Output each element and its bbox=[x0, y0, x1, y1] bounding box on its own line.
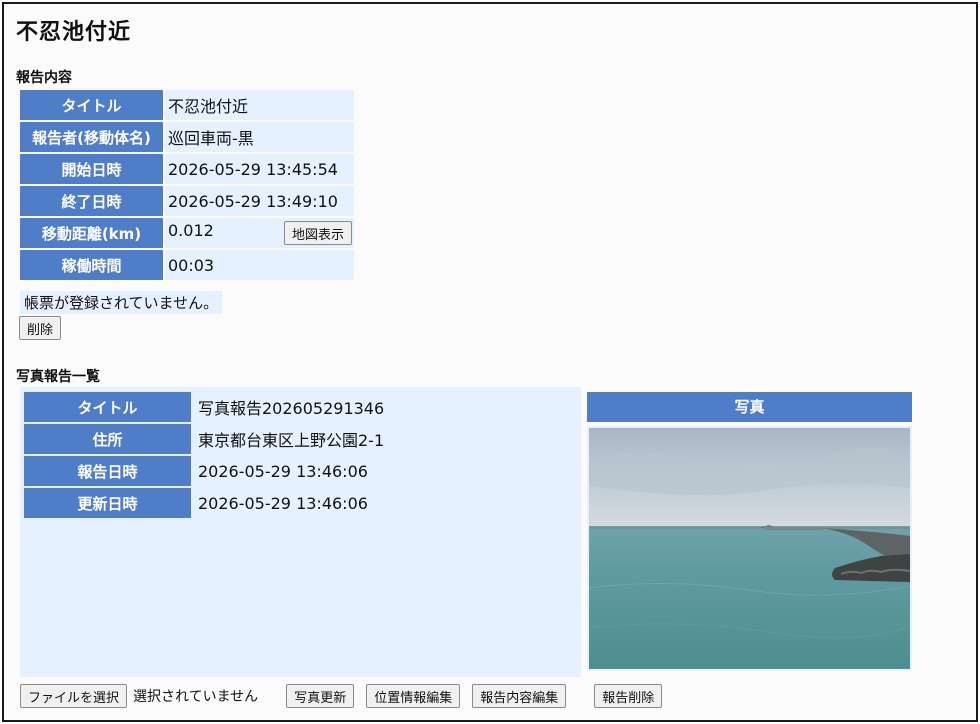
window-frame: 不忍池付近 報告内容 タイトル 不忍池付近 報告者(移動体名) 巡回車両-黒 開… bbox=[2, 2, 978, 722]
photo-value-title: 写真報告202605291346 bbox=[193, 392, 583, 422]
row-label-reporter: 報告者(移動体名) bbox=[20, 122, 163, 152]
table-row: 開始日時 2026-05-29 13:45:54 bbox=[20, 154, 354, 184]
edit-report-content-button[interactable]: 報告内容編集 bbox=[472, 684, 567, 708]
photo-report-panel: タイトル 写真報告202605291346 住所 東京都台東区上野公園2-1 報… bbox=[20, 387, 916, 677]
photo-value-updated-date: 2026-05-29 13:46:06 bbox=[193, 488, 583, 518]
row-label-distance: 移動距離(km) bbox=[20, 218, 163, 248]
photo-section-heading: 写真報告一覧 bbox=[16, 369, 100, 385]
table-row: 更新日時 2026-05-29 13:46:06 bbox=[24, 488, 583, 518]
page-title: 不忍池付近 bbox=[16, 20, 132, 45]
row-label-title: タイトル bbox=[20, 90, 163, 120]
photo-value-report-date: 2026-05-29 13:46:06 bbox=[193, 456, 583, 486]
table-row: タイトル 写真報告202605291346 bbox=[24, 392, 583, 422]
photo-header: 写真 bbox=[587, 392, 912, 422]
table-row: 移動距離(km) 0.012 地図表示 bbox=[20, 218, 354, 248]
row-value-end: 2026-05-29 13:49:10 bbox=[165, 186, 354, 216]
update-photo-button[interactable]: 写真更新 bbox=[286, 684, 355, 708]
photo-column: 写真 bbox=[581, 387, 916, 677]
photo-action-bar: ファイルを選択 選択されていません 写真更新 位置情報編集 報告内容編集 報告削… bbox=[20, 683, 663, 709]
photo-details-table: タイトル 写真報告202605291346 住所 東京都台東区上野公園2-1 報… bbox=[22, 390, 585, 520]
photo-image[interactable] bbox=[589, 428, 910, 669]
table-row: 住所 東京都台東区上野公園2-1 bbox=[24, 424, 583, 454]
photo-label-address: 住所 bbox=[24, 424, 191, 454]
file-status-text: 選択されていません bbox=[133, 689, 259, 705]
row-value-start: 2026-05-29 13:45:54 bbox=[165, 154, 354, 184]
row-value-reporter: 巡回車両-黒 bbox=[165, 122, 354, 152]
table-row: 稼働時間 00:03 bbox=[20, 250, 354, 280]
no-forms-message: 帳票が登録されていません。 bbox=[20, 291, 223, 314]
table-row: 終了日時 2026-05-29 13:49:10 bbox=[20, 186, 354, 216]
report-details-table: タイトル 不忍池付近 報告者(移動体名) 巡回車両-黒 開始日時 2026-05… bbox=[18, 88, 356, 282]
table-row: 報告者(移動体名) 巡回車両-黒 bbox=[20, 122, 354, 152]
photo-value-address: 東京都台東区上野公園2-1 bbox=[193, 424, 583, 454]
choose-file-button[interactable]: ファイルを選択 bbox=[20, 684, 128, 708]
row-value-title: 不忍池付近 bbox=[165, 90, 354, 120]
row-value-operating-time: 00:03 bbox=[165, 250, 354, 280]
delete-report-button[interactable]: 報告削除 bbox=[594, 684, 663, 708]
photo-label-updated-date: 更新日時 bbox=[24, 488, 191, 518]
row-value-distance-cell: 0.012 地図表示 bbox=[165, 218, 354, 248]
row-value-distance: 0.012 bbox=[168, 221, 214, 240]
table-row: タイトル 不忍池付近 bbox=[20, 90, 354, 120]
report-section-heading: 報告内容 bbox=[16, 70, 72, 86]
row-label-operating-time: 稼働時間 bbox=[20, 250, 163, 280]
photo-label-title: タイトル bbox=[24, 392, 191, 422]
show-map-button[interactable]: 地図表示 bbox=[283, 221, 352, 245]
row-label-start: 開始日時 bbox=[20, 154, 163, 184]
row-label-end: 終了日時 bbox=[20, 186, 163, 216]
photo-frame bbox=[587, 426, 912, 671]
photo-label-report-date: 報告日時 bbox=[24, 456, 191, 486]
edit-location-button[interactable]: 位置情報編集 bbox=[366, 684, 461, 708]
table-row: 報告日時 2026-05-29 13:46:06 bbox=[24, 456, 583, 486]
delete-button[interactable]: 削除 bbox=[19, 316, 62, 340]
